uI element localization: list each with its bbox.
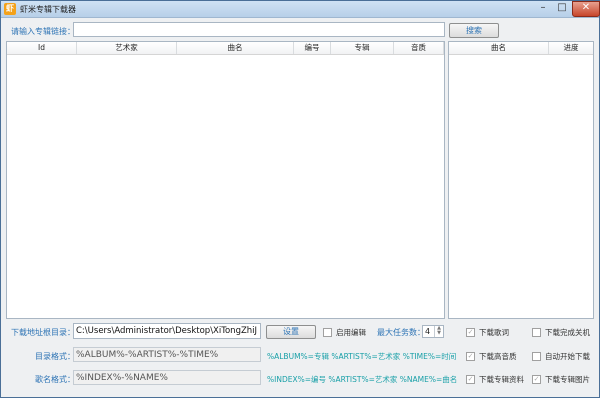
column-header-progress[interactable]: 进度 xyxy=(549,42,593,54)
close-button[interactable]: ✕ xyxy=(572,1,600,17)
download-dir-label: 下载地址根目录： xyxy=(11,328,75,337)
checkbox-box[interactable] xyxy=(532,328,541,337)
shutdown-after-checkbox[interactable]: 下载完成关机 xyxy=(532,327,590,338)
download-dir-field[interactable]: C:\Users\Administrator\Desktop\XiTongZhi… xyxy=(73,323,261,339)
set-dir-button[interactable]: 设置 xyxy=(266,325,316,339)
app-window: 虾 虾米专辑下载器 – □ ✕ 请输入专辑链接： 搜索 Id 艺术家 曲名 编号… xyxy=(0,0,600,398)
name-format-field: %INDEX%-%NAME% xyxy=(73,370,261,385)
column-header-title[interactable]: 曲名 xyxy=(177,42,294,54)
title-bar[interactable]: 虾 虾米专辑下载器 – □ ✕ xyxy=(1,1,600,18)
album-link-label: 请输入专辑链接： xyxy=(11,27,75,36)
column-header-artist[interactable]: 艺术家 xyxy=(77,42,177,54)
download-album-info-label: 下载专辑资料 xyxy=(479,375,524,384)
maximize-button[interactable]: □ xyxy=(553,2,571,15)
max-tasks-spinner[interactable]: 4 ▲ ▼ xyxy=(422,325,444,338)
checkbox-box[interactable] xyxy=(323,328,332,337)
auto-start-checkbox[interactable]: 自动开始下载 xyxy=(532,351,590,362)
download-hq-checkbox[interactable]: ✓ 下载高音质 xyxy=(466,351,517,362)
name-format-label: 歌名格式： xyxy=(35,375,75,384)
max-tasks-value[interactable]: 4 xyxy=(425,327,430,336)
minimize-button[interactable]: – xyxy=(534,2,552,15)
checkbox-box[interactable] xyxy=(532,352,541,361)
download-hq-label: 下载高音质 xyxy=(479,352,517,361)
window-title: 虾米专辑下载器 xyxy=(20,5,76,14)
name-format-hint: %INDEX%=编号 %ARTIST%=艺术家 %NAME%=曲名 xyxy=(267,375,458,384)
enable-edit-checkbox[interactable]: 启用编辑 xyxy=(323,327,366,338)
column-header-index[interactable]: 编号 xyxy=(294,42,331,54)
download-album-cover-label: 下载专辑图片 xyxy=(545,375,590,384)
column-header-id[interactable]: Id xyxy=(7,42,77,54)
app-logo-icon: 虾 xyxy=(4,3,16,15)
checkbox-box[interactable]: ✓ xyxy=(466,375,475,384)
download-lyrics-label: 下载歌词 xyxy=(479,328,509,337)
dir-format-label: 目录格式： xyxy=(35,352,75,361)
download-progress-table[interactable]: 曲名 进度 xyxy=(448,41,594,319)
column-header-track[interactable]: 曲名 xyxy=(449,42,549,54)
table-header: Id 艺术家 曲名 编号 专辑 音质 xyxy=(7,42,444,55)
checkbox-box[interactable]: ✓ xyxy=(466,352,475,361)
max-tasks-label: 最大任务数： xyxy=(377,328,425,337)
download-album-info-checkbox[interactable]: ✓ 下载专辑资料 xyxy=(466,374,524,385)
enable-edit-label: 启用编辑 xyxy=(336,328,366,337)
spinner-arrows-icon[interactable]: ▲ ▼ xyxy=(434,326,443,337)
download-lyrics-checkbox[interactable]: ✓ 下载歌词 xyxy=(466,327,509,338)
checkbox-box[interactable]: ✓ xyxy=(466,328,475,337)
shutdown-after-label: 下载完成关机 xyxy=(545,328,590,337)
table-header: 曲名 进度 xyxy=(449,42,593,55)
auto-start-label: 自动开始下载 xyxy=(545,352,590,361)
download-album-cover-checkbox[interactable]: ✓ 下载专辑图片 xyxy=(532,374,590,385)
checkbox-box[interactable]: ✓ xyxy=(532,375,541,384)
column-header-album[interactable]: 专辑 xyxy=(331,42,394,54)
album-track-table[interactable]: Id 艺术家 曲名 编号 专辑 音质 xyxy=(6,41,445,319)
column-header-quality[interactable]: 音质 xyxy=(394,42,444,54)
search-button[interactable]: 搜索 xyxy=(449,23,499,38)
dir-format-field: %ALBUM%-%ARTIST%-%TIME% xyxy=(73,347,261,362)
album-link-input[interactable] xyxy=(73,22,445,37)
dir-format-hint: %ALBUM%=专辑 %ARTIST%=艺术家 %TIME%=时间 xyxy=(267,352,457,361)
